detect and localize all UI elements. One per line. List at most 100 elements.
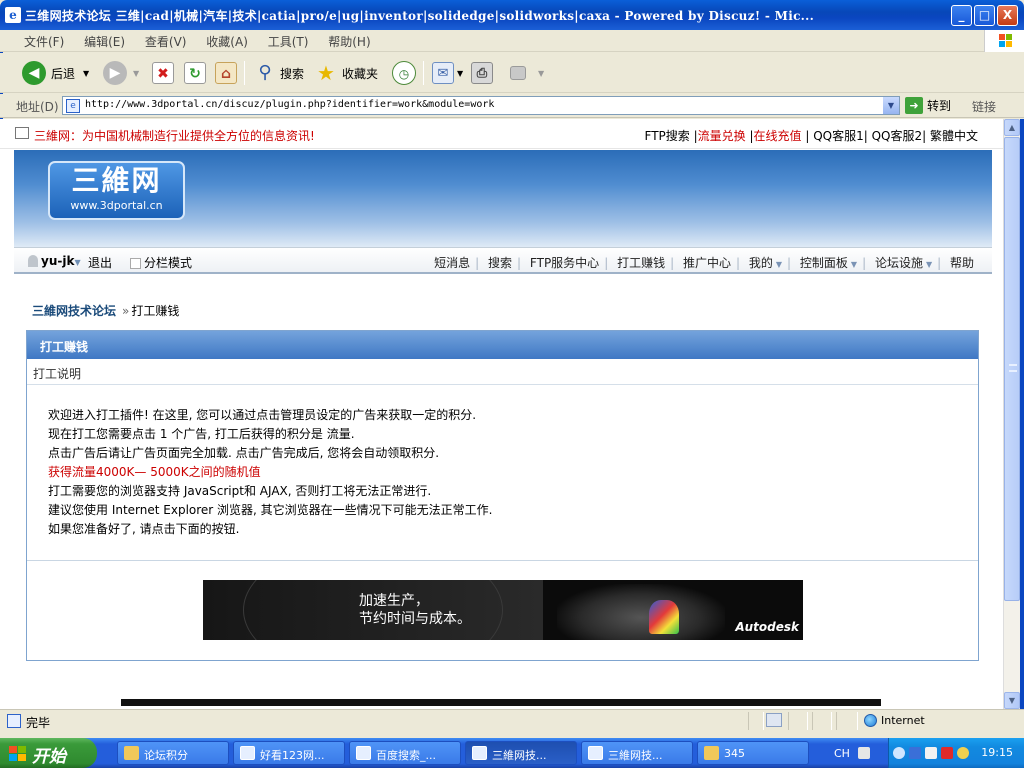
nav-item-ftp[interactable]: FTP服务中心 (530, 256, 599, 270)
divider: | (937, 256, 942, 270)
status-pane (812, 712, 832, 730)
nav-item-forum-tools[interactable]: 论坛设施 (875, 256, 923, 270)
clock[interactable]: 19:15 (981, 746, 1013, 759)
nav-item-promotion[interactable]: 推广中心 (683, 256, 731, 270)
forward-button[interactable]: ▶ ▼ (103, 59, 139, 87)
task-folder-345[interactable]: 345 (697, 741, 809, 765)
security-zone[interactable]: Internet (864, 714, 925, 727)
address-bar: 地址(D) e http://www.3dportal.cn/discuz/pl… (0, 94, 1024, 118)
mail-button[interactable]: ✉ ▼ (432, 59, 463, 87)
refresh-icon: ↻ (184, 62, 206, 84)
vertical-scrollbar[interactable]: ▲ ▼ (1003, 119, 1020, 709)
ie-icon (588, 746, 603, 760)
go-button[interactable]: ➜ 转到 (905, 97, 951, 114)
menu-view[interactable]: 查看(V) (137, 30, 195, 50)
system-tray: 19:15 (888, 738, 1024, 768)
title-bar[interactable]: e 三维网技术论坛 三维|cad|机械|汽车|技术|catia|pro/e|ug… (0, 0, 1024, 30)
status-pane (788, 712, 808, 730)
nav-item-work[interactable]: 打工赚钱 (617, 256, 665, 270)
ie-icon (240, 746, 255, 760)
forward-arrow-icon: ▶ (103, 61, 127, 85)
work-panel: 打工赚钱 打工说明 欢迎进入打工插件! 在这里, 您可以通过点击管理员设定的广告… (26, 330, 979, 661)
antivirus-icon[interactable] (941, 747, 953, 759)
forward-dropdown-icon[interactable]: ▼ (133, 69, 139, 78)
minimize-button[interactable]: _ (951, 5, 972, 26)
menu-file[interactable]: 文件(F) (16, 30, 72, 50)
refresh-button[interactable]: ↻ (184, 59, 206, 87)
menu-tools[interactable]: 工具(T) (260, 30, 317, 50)
description-line: 现在打工您需要点击 1 个广告, 打工后获得的积分是 流量. (48, 427, 355, 441)
breadcrumb-home[interactable]: 三維网技术论坛 (32, 304, 116, 318)
address-input[interactable]: e http://www.3dportal.cn/discuz/plugin.p… (62, 96, 900, 115)
toolbar-separator (423, 61, 424, 85)
window-border (1020, 119, 1024, 709)
mail-icon[interactable] (925, 747, 937, 759)
status-pane (748, 712, 764, 730)
ie-icon (356, 746, 371, 760)
site-logo[interactable]: 三維网 www.3dportal.cn (48, 161, 185, 220)
edit-button[interactable]: ▼ (510, 59, 544, 87)
start-button[interactable]: 开始 (0, 738, 97, 768)
menu-help[interactable]: 帮助(H) (320, 30, 378, 50)
back-dropdown-icon[interactable]: ▼ (83, 69, 89, 78)
nav-item-search[interactable]: 搜索 (488, 256, 512, 270)
recharge-link[interactable]: 在线充值 (754, 129, 802, 143)
history-icon: ◷ (392, 61, 416, 85)
back-label: 后退 (51, 66, 76, 81)
qq1-link[interactable]: QQ客服1 (813, 129, 864, 143)
search-button[interactable]: ⚲ 搜索 (254, 59, 304, 87)
ie-icon: e (5, 7, 21, 23)
nav-item-my[interactable]: 我的 (749, 256, 773, 270)
qq2-link[interactable]: QQ客服2 (872, 129, 923, 143)
close-button[interactable]: X (997, 5, 1018, 26)
panel-title: 打工赚钱 (27, 331, 978, 359)
security-icon[interactable] (957, 747, 969, 759)
menu-favorites[interactable]: 收藏(A) (198, 30, 256, 50)
language-indicator[interactable]: CH (834, 747, 850, 760)
home-button[interactable]: ⌂ (215, 59, 237, 87)
stop-button[interactable]: ✖ (152, 59, 174, 87)
split-mode-toggle[interactable]: 分栏模式 (130, 254, 192, 271)
traffic-link[interactable]: 流量兑换 (698, 129, 746, 143)
address-url[interactable]: http://www.3dportal.cn/discuz/plugin.php… (85, 99, 494, 110)
divider: | (670, 256, 675, 270)
history-button[interactable]: ◷ (392, 59, 416, 87)
links-button[interactable]: 链接 (972, 98, 996, 115)
maximize-button[interactable]: □ (974, 5, 995, 26)
traditional-link[interactable]: 繁體中文 (930, 129, 978, 143)
task-label: 论坛积分 (144, 749, 188, 762)
print-button[interactable]: ⎙ (471, 59, 493, 87)
nav-item-help[interactable]: 帮助 (950, 256, 974, 270)
nav-item-messages[interactable]: 短消息 (434, 256, 470, 270)
grip-icon (1009, 364, 1017, 372)
task-forum-points[interactable]: 论坛积分 (117, 741, 229, 765)
home-icon[interactable] (15, 127, 29, 139)
menu-edit[interactable]: 编辑(E) (76, 30, 133, 50)
task-3dportal-2[interactable]: 三維网技... (581, 741, 693, 765)
panel-description: 欢迎进入打工插件! 在这里, 您可以通过点击管理员设定的广告来获取一定的积分. … (27, 385, 978, 561)
nav-item-control-panel[interactable]: 控制面板 (800, 256, 848, 270)
network-icon[interactable] (909, 747, 921, 759)
edit-dropdown-icon[interactable]: ▼ (538, 69, 544, 78)
user-menu[interactable]: yu-jk▼ (28, 254, 81, 268)
ftp-search-link[interactable]: FTP搜索 (645, 129, 690, 143)
favorites-button[interactable]: ★ 收藏夹 (315, 59, 378, 87)
expand-tray-icon[interactable] (893, 747, 905, 759)
scroll-down-icon[interactable]: ▼ (1004, 692, 1020, 709)
task-3dportal-1[interactable]: 三維网技... (465, 741, 577, 765)
ad-banner[interactable]: 加速生产， 节约时间与成本。 Autodesk (203, 580, 803, 640)
go-arrow-icon: ➜ (905, 97, 923, 114)
scroll-up-icon[interactable]: ▲ (1004, 119, 1020, 136)
divider: | (862, 256, 867, 270)
task-baidu[interactable]: 百度搜索_... (349, 741, 461, 765)
back-button[interactable]: ◀ 后退 ▼ (22, 59, 89, 87)
description-line: 如果您准备好了, 请点击下面的按钮. (48, 522, 240, 536)
keyboard-icon[interactable] (858, 747, 870, 759)
scroll-thumb[interactable] (1004, 137, 1020, 601)
task-haokan123[interactable]: 好看123网... (233, 741, 345, 765)
mail-dropdown-icon[interactable]: ▼ (457, 69, 463, 78)
logout-link[interactable]: 退出 (88, 254, 112, 271)
chevron-down-icon: ▼ (850, 260, 858, 269)
address-dropdown-icon[interactable]: ▼ (883, 97, 899, 114)
globe-icon (864, 714, 877, 727)
